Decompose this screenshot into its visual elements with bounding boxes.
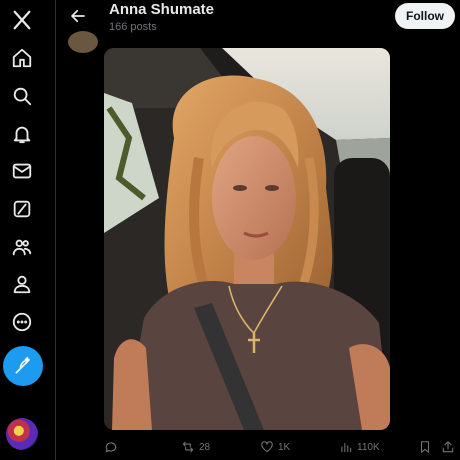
view-count: 110K [357,441,380,453]
post-count: 166 posts [109,21,157,33]
back-button[interactable] [66,4,90,28]
post-photo[interactable] [104,48,390,430]
home-icon[interactable] [7,43,37,73]
communities-icon[interactable] [7,232,37,262]
account-avatar[interactable] [6,418,38,450]
more-icon[interactable] [7,307,37,337]
bookmark-button[interactable] [418,436,432,458]
grok-icon[interactable] [7,194,37,224]
compose-post-icon [15,356,30,374]
repost-button[interactable]: 28 [181,436,210,458]
profile-header: Anna Shumate 166 posts Follow [56,0,460,53]
avatar[interactable] [68,31,98,53]
share-button[interactable] [441,436,455,458]
repost-icon [182,441,194,453]
views-button[interactable]: 110K [339,436,380,458]
like-count: 1K [278,441,291,453]
share-icon [442,441,454,453]
bar-chart-icon [341,442,352,453]
profile-name: Anna Shumate [109,1,215,18]
explore-icon[interactable] [7,81,37,111]
follow-button[interactable]: Follow [395,3,455,29]
messages-icon[interactable] [7,156,37,186]
like-button[interactable]: 1K [260,436,290,458]
reply-button[interactable] [104,436,122,458]
notifications-icon[interactable] [7,119,37,149]
repost-count: 28 [199,441,211,453]
side-nav [0,0,56,460]
x-logo-icon[interactable] [7,5,37,35]
reply-icon [105,442,117,453]
heart-icon [261,441,273,453]
arrow-left-icon [71,9,85,23]
post-actions: 28 1K 110K [56,436,460,458]
compose-post-button[interactable] [3,346,43,386]
bookmark-icon [420,441,430,453]
profile-icon[interactable] [7,269,37,299]
